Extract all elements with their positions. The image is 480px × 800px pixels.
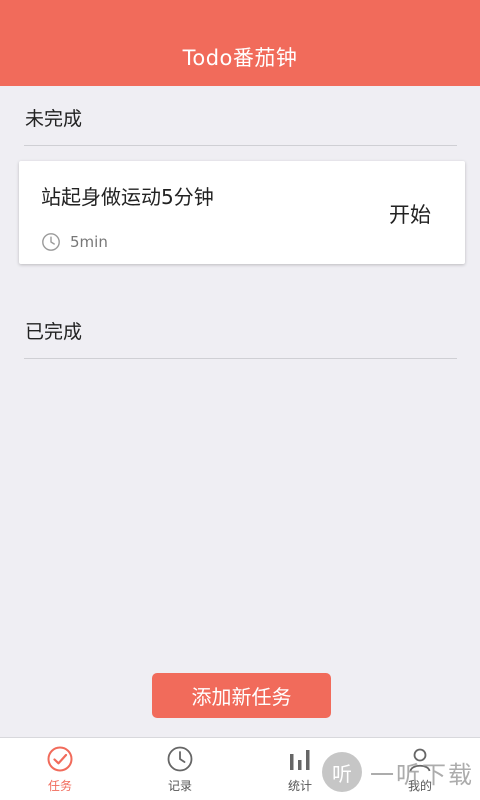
clock-icon <box>42 233 60 251</box>
incomplete-section-title: 未完成 <box>25 108 83 130</box>
task-duration-value: 5min <box>70 233 108 251</box>
nav-item-tasks[interactable]: 任务 <box>0 738 120 800</box>
task-duration: 5min <box>41 232 108 252</box>
page-title: Todo番茄钟 <box>182 46 298 70</box>
check-circle-icon <box>47 746 73 771</box>
nav-label-stats: 统计 <box>287 778 312 793</box>
complete-section-title: 已完成 <box>25 321 83 343</box>
complete-divider <box>24 358 457 359</box>
clock-icon <box>167 746 193 771</box>
watermark-text: 一听下载 <box>370 760 474 789</box>
watermark: 听 一听下载 <box>322 752 474 792</box>
start-button[interactable]: 开始 <box>389 199 431 229</box>
add-task-button[interactable]: 添加新任务 <box>152 673 331 718</box>
nav-item-records[interactable]: 记录 <box>120 738 240 800</box>
bar-chart-icon <box>290 749 310 770</box>
watermark-logo: 听 <box>322 752 362 792</box>
task-card[interactable]: 站起身做运动5分钟 5min 开始 <box>19 161 465 264</box>
nav-label-tasks: 任务 <box>47 778 72 793</box>
task-title: 站起身做运动5分钟 <box>41 185 214 209</box>
nav-label-records: 记录 <box>167 778 192 793</box>
incomplete-divider <box>24 145 457 146</box>
app-bar: Todo番茄钟 <box>0 0 480 86</box>
